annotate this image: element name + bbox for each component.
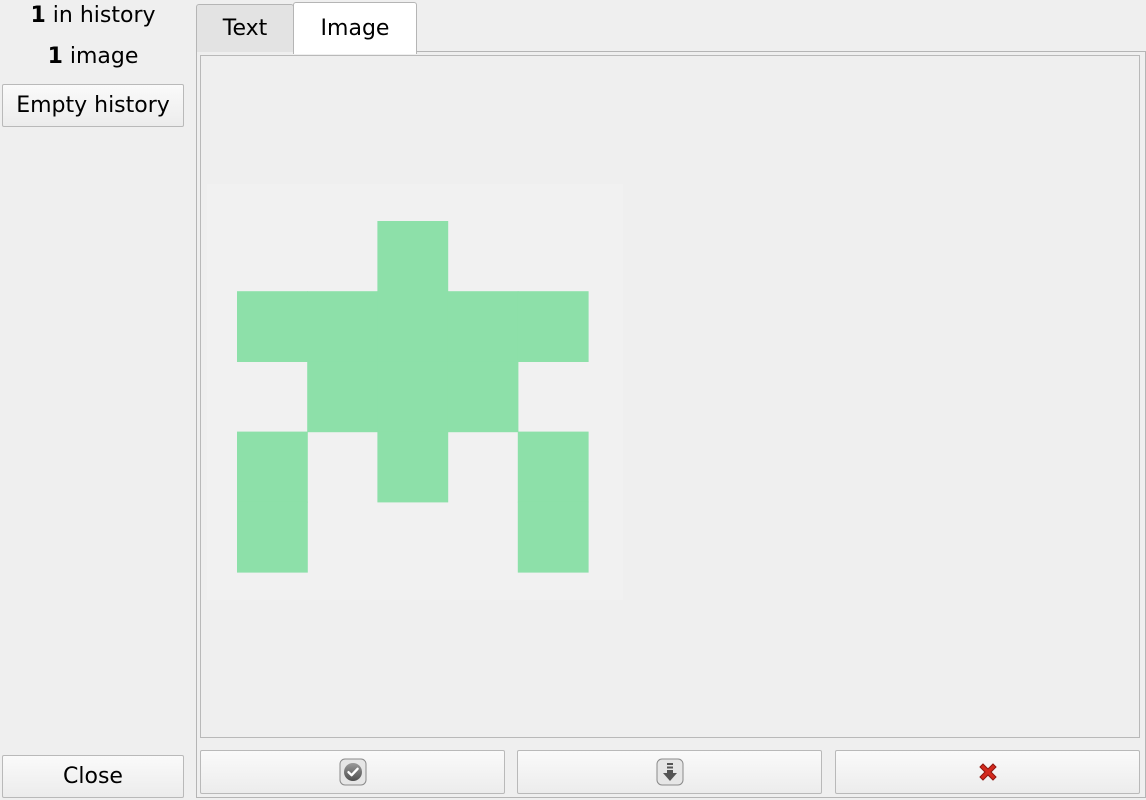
identicon-cell [517,431,589,503]
empty-history-button[interactable]: Empty history [2,84,184,127]
image-count-label: image [62,44,139,69]
clipboard-history-window: 1 in history 1 image Empty history Close… [0,0,1146,800]
identicon-cell [237,431,308,503]
identicon-cell [237,291,308,362]
confirm-button[interactable] [200,750,505,794]
identicon-image [207,184,623,600]
history-count-label: in history [45,3,156,28]
identicon-cell [517,291,589,362]
identicon-cell [377,221,449,292]
download-icon [656,758,683,786]
delete-button[interactable] [835,750,1140,794]
close-button[interactable]: Close [2,755,184,798]
identicon-cell [447,361,519,433]
identicon-cell [307,291,378,362]
identicon-cell [237,501,308,573]
identicon-cell [377,361,449,433]
history-count-number: 1 [30,3,46,28]
image-preview [200,55,1140,738]
identicon-graphic [237,221,589,573]
download-button[interactable] [517,750,822,794]
delete-icon [978,763,997,781]
tab-text[interactable]: Text [196,4,294,52]
identicon-cell [377,431,449,503]
checkmark-icon [339,758,366,786]
identicon-cell [447,291,519,362]
image-count-number: 1 [47,44,63,69]
history-count: 1 in history [0,1,186,31]
identicon-cell [377,291,449,362]
image-count: 1 image [0,42,186,72]
identicon-cell [517,501,589,573]
identicon-cell [307,361,378,433]
history-panel: 1 in history 1 image Empty history Close [0,0,186,800]
tab-image[interactable]: Image [293,2,417,54]
